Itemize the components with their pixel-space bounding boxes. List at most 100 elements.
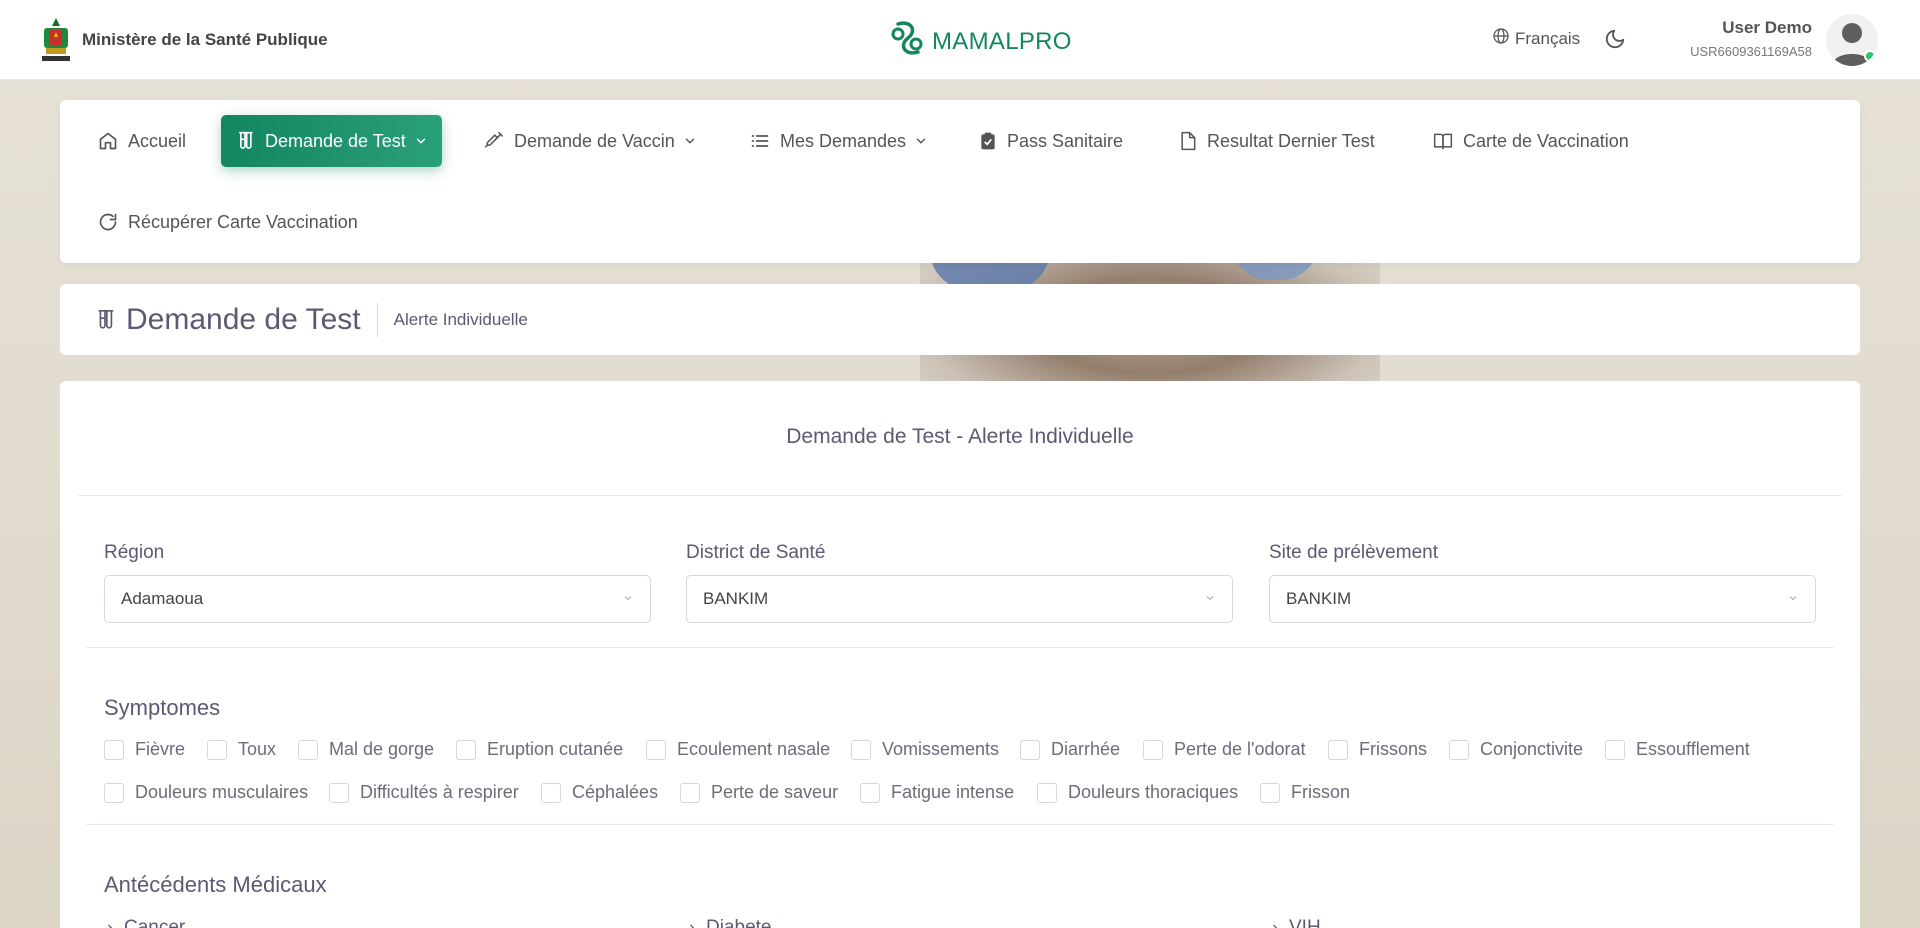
breadcrumb-current: Alerte Individuelle bbox=[393, 309, 528, 329]
checkbox[interactable] bbox=[1037, 782, 1057, 803]
clipboard-check-icon bbox=[979, 131, 997, 151]
syringe-icon bbox=[484, 131, 504, 151]
checkbox[interactable] bbox=[541, 782, 561, 803]
history-item-cancer[interactable]: Cancer bbox=[104, 917, 185, 928]
checkbox-label: Douleurs musculaires bbox=[135, 782, 309, 802]
checkbox[interactable] bbox=[1449, 739, 1469, 760]
checkbox[interactable] bbox=[646, 739, 666, 760]
symptom-checkbox[interactable]: Fatigue intense bbox=[860, 782, 1014, 803]
checkbox[interactable] bbox=[1143, 739, 1163, 760]
district-field: District de Santé BANKIM bbox=[686, 542, 1233, 623]
checkbox[interactable] bbox=[1328, 739, 1348, 760]
chevron-right-icon bbox=[686, 922, 698, 928]
checkbox-label: Toux bbox=[238, 739, 277, 759]
history-item-vih[interactable]: VIH bbox=[1269, 917, 1321, 928]
region-select[interactable]: Adamaoua bbox=[104, 575, 651, 623]
app-brand[interactable]: MAMALPRO bbox=[890, 20, 1072, 63]
test-tube-icon bbox=[94, 309, 116, 331]
symptom-checkbox[interactable]: Douleurs musculaires bbox=[104, 782, 308, 803]
language-selector[interactable]: Français bbox=[1493, 28, 1580, 49]
symptom-checkbox[interactable]: Fièvre bbox=[104, 739, 185, 760]
chevron-down-icon bbox=[622, 589, 634, 609]
symptom-checkbox[interactable]: Mal de gorge bbox=[298, 739, 434, 760]
symptom-checkbox[interactable]: Céphalées bbox=[541, 782, 658, 803]
checkbox[interactable] bbox=[860, 782, 880, 803]
chevron-down-icon bbox=[1787, 589, 1799, 609]
checkbox[interactable] bbox=[1605, 739, 1625, 760]
avatar[interactable] bbox=[1826, 14, 1878, 66]
symptom-checkbox[interactable]: Frisson bbox=[1260, 782, 1350, 803]
nav-item-label: Pass Sanitaire bbox=[1007, 130, 1124, 151]
symptom-checkbox[interactable]: Difficultés à respirer bbox=[329, 782, 519, 803]
globe-icon bbox=[1493, 28, 1509, 49]
checkbox[interactable] bbox=[456, 739, 476, 760]
moon-icon[interactable] bbox=[1604, 28, 1626, 55]
medical-history-title: Antécédents Médicaux bbox=[104, 872, 327, 897]
checkbox-label: Diarrhée bbox=[1051, 739, 1121, 759]
symptom-checkbox[interactable]: Toux bbox=[207, 739, 276, 760]
page-title: Demande de Test bbox=[94, 303, 361, 337]
symptom-checkbox[interactable]: Essoufflement bbox=[1605, 739, 1750, 760]
symptom-checkbox[interactable]: Eruption cutanée bbox=[456, 739, 623, 760]
nav-item-label: Mes Demandes bbox=[780, 130, 907, 151]
checkbox[interactable] bbox=[1020, 739, 1040, 760]
page-title-text: Demande de Test bbox=[126, 302, 361, 336]
nav-item-mes-demandes[interactable]: Mes Demandes bbox=[736, 115, 942, 167]
history-label: VIH bbox=[1289, 917, 1321, 928]
symptom-checkbox[interactable]: Diarrhée bbox=[1020, 739, 1120, 760]
checkbox-label: Frissons bbox=[1359, 739, 1428, 759]
nav-item-demande-de-test[interactable]: Demande de Test bbox=[221, 115, 442, 167]
nav-item-label: Resultat Dernier Test bbox=[1207, 130, 1375, 151]
checkbox[interactable] bbox=[207, 739, 227, 760]
region-label: Région bbox=[104, 542, 165, 563]
divider bbox=[86, 824, 1834, 825]
checkbox-label: Fièvre bbox=[135, 739, 186, 759]
chevron-down-icon bbox=[1204, 589, 1216, 609]
symptom-checkbox[interactable]: Douleurs thoraciques bbox=[1037, 782, 1238, 803]
symptom-checkbox[interactable]: Conjonctivite bbox=[1449, 739, 1583, 760]
refresh-icon bbox=[98, 212, 118, 232]
district-value: BANKIM bbox=[703, 589, 769, 608]
ministry-brand[interactable]: Ministère de la Santé Publique bbox=[38, 16, 328, 64]
checkbox-label: Eruption cutanée bbox=[487, 739, 624, 759]
checkbox-label: Essoufflement bbox=[1636, 739, 1750, 759]
divider bbox=[78, 495, 1842, 496]
nav-item-recuperer-carte[interactable]: Récupérer Carte Vaccination bbox=[84, 196, 372, 248]
nav-item-demande-de-vaccin[interactable]: Demande de Vaccin bbox=[470, 115, 711, 167]
symptom-checkbox[interactable]: Perte de l'odorat bbox=[1143, 739, 1306, 760]
symptom-checkbox[interactable]: Perte de saveur bbox=[680, 782, 838, 803]
district-label: District de Santé bbox=[686, 542, 826, 563]
checkbox-label: Vomissements bbox=[882, 739, 1000, 759]
checkbox-label: Ecoulement nasale bbox=[677, 739, 831, 759]
nav-item-carte-de-vaccination[interactable]: Carte de Vaccination bbox=[1419, 115, 1643, 167]
nav-item-accueil[interactable]: Accueil bbox=[84, 115, 200, 167]
chevron-down-icon bbox=[683, 134, 697, 148]
checkbox[interactable] bbox=[104, 782, 124, 803]
symptom-checkbox[interactable]: Ecoulement nasale bbox=[646, 739, 830, 760]
history-label: Diabete bbox=[706, 917, 772, 928]
main-nav: Accueil Demande de Test Demande de Vacci… bbox=[60, 100, 1860, 263]
history-item-diabete[interactable]: Diabete bbox=[686, 917, 772, 928]
symptom-checkbox[interactable]: Vomissements bbox=[851, 739, 999, 760]
site-select[interactable]: BANKIM bbox=[1269, 575, 1816, 623]
list-icon bbox=[750, 131, 770, 151]
file-icon bbox=[1179, 131, 1197, 151]
checkbox-label: Frisson bbox=[1291, 782, 1351, 802]
checkbox-label: Perte de l'odorat bbox=[1174, 739, 1306, 759]
checkbox-label: Mal de gorge bbox=[329, 739, 435, 759]
chevron-down-icon bbox=[914, 134, 928, 148]
checkbox[interactable] bbox=[104, 739, 124, 760]
checkbox[interactable] bbox=[680, 782, 700, 803]
symptom-checkbox[interactable]: Frissons bbox=[1328, 739, 1427, 760]
district-select[interactable]: BANKIM bbox=[686, 575, 1233, 623]
checkbox[interactable] bbox=[298, 739, 318, 760]
user-info[interactable]: User Demo USR6609361169A58 bbox=[1690, 18, 1812, 59]
checkbox[interactable] bbox=[329, 782, 349, 803]
checkbox[interactable] bbox=[851, 739, 871, 760]
nav-item-resultat-dernier-test[interactable]: Resultat Dernier Test bbox=[1165, 115, 1389, 167]
history-label: Cancer bbox=[124, 917, 186, 928]
checkbox-label: Céphalées bbox=[572, 782, 659, 802]
nav-item-pass-sanitaire[interactable]: Pass Sanitaire bbox=[965, 115, 1137, 167]
checkbox-label: Fatigue intense bbox=[891, 782, 1015, 802]
checkbox[interactable] bbox=[1260, 782, 1280, 803]
